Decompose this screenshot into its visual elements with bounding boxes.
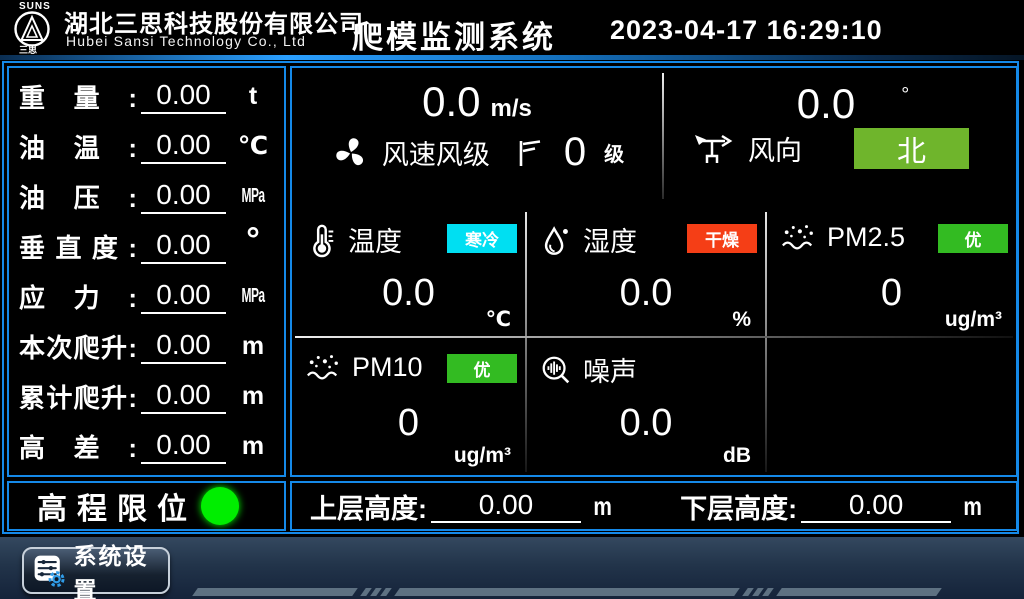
metric-unit: ℃: [232, 131, 274, 161]
metric-value: 0.00: [141, 78, 226, 114]
upper-height-label: 上层高度:: [310, 487, 427, 526]
metrics-panel: 重量: 0.00 t 油温: 0.00 ℃ 油压: 0.00 MPa 垂直度: …: [7, 66, 286, 477]
droplet-icon: [539, 222, 573, 258]
metric-value: 0.00: [141, 228, 226, 264]
company-logo: SUNS 三思: [6, 1, 64, 56]
metric-unit: t: [232, 82, 274, 111]
wind-direction-unit: °: [901, 84, 909, 107]
metric-row-current-climb: 本次爬升: 0.00 m: [19, 321, 274, 371]
sensor-badge: 优: [447, 354, 517, 383]
sensor-badge: 寒冷: [447, 224, 517, 253]
metric-row-oil-pressure: 油压: 0.00 MPa: [19, 171, 274, 221]
sensor-badge: 优: [938, 224, 1008, 253]
sensor-name: 温度: [348, 220, 402, 259]
elevation-limit-label: 高程限位: [37, 484, 197, 528]
upper-height-value: 0.00: [431, 489, 581, 523]
wind-direction-section: 0.0 ° 风向 北: [664, 68, 1016, 206]
metric-row-oil-temp: 油温: 0.00 ℃: [19, 121, 274, 171]
page-title: 爬模监测系统: [352, 12, 556, 57]
environment-panel: 0.0 m/s 风速风级 0 级: [290, 66, 1018, 477]
metric-row-stress: 应力: 0.00 MPa: [19, 271, 274, 321]
sensor-name: PM10: [352, 352, 423, 383]
metric-value: 0.00: [141, 428, 226, 464]
metric-unit: m: [232, 332, 274, 361]
wind-speed-value: 0.0: [422, 78, 480, 126]
wind-speed-unit: m/s: [491, 95, 532, 123]
sensor-cell-pm10: PM10 优 0 ug/m³: [292, 338, 525, 472]
particles-icon: [304, 350, 342, 384]
lower-height-value: 0.00: [801, 489, 951, 523]
sensor-cell-temperature: 温度 寒冷 0.0 ℃: [292, 208, 525, 336]
wind-direction-value: 0.0: [797, 80, 855, 128]
metric-label: 垂直度:: [19, 228, 137, 265]
settings-label: 系统设置: [74, 537, 160, 599]
thermometer-icon: [304, 222, 338, 258]
metric-label: 油压:: [19, 178, 137, 215]
company-name-en: Hubei Sansi Technology Co., Ltd: [66, 33, 306, 49]
wind-direction-label: 风向: [748, 129, 802, 168]
datetime-display: 2023-04-17 16:29:10: [610, 15, 883, 46]
metric-value: 0.00: [141, 278, 226, 314]
wind-vane-icon: [692, 130, 736, 168]
sensor-name: 噪声: [583, 350, 637, 389]
fan-icon: [330, 132, 372, 174]
metric-row-total-climb: 累计爬升: 0.00 m: [19, 371, 274, 421]
particles-icon: [779, 220, 817, 254]
elevation-limit-panel: 高程限位: [7, 481, 286, 531]
sensor-badge: 干燥: [687, 224, 757, 253]
metric-label: 本次爬升:: [19, 328, 137, 365]
sensor-name: 湿度: [583, 220, 637, 259]
sensor-unit: ℃: [486, 307, 511, 332]
lower-height-group: 下层高度: 0.00 m: [680, 487, 984, 526]
sensor-value: 0: [292, 402, 525, 445]
metric-value: 0.00: [141, 128, 226, 164]
layer-heights-panel: 上层高度: 0.00 m 下层高度: 0.00 m: [290, 481, 1018, 531]
sensor-unit: dB: [723, 444, 751, 468]
lower-height-label: 下层高度:: [680, 487, 797, 526]
metric-label: 重量:: [19, 78, 137, 115]
elevation-limit-status-light: [201, 487, 239, 525]
metric-value: 0.00: [141, 178, 226, 214]
metric-unit: m: [232, 432, 274, 461]
sensor-unit: ug/m³: [454, 444, 511, 468]
metric-value: 0.00: [141, 378, 226, 414]
metric-unit: m: [232, 382, 274, 411]
sensor-name: PM2.5: [827, 222, 905, 253]
footer-bar: 系统设置: [0, 537, 1024, 599]
sensor-cell-noise: 噪声 0.0 dB: [527, 338, 765, 472]
upper-height-unit: m: [593, 491, 612, 522]
wind-level-value: 0: [564, 130, 586, 175]
climbing-formwork-monitor-screen: SUNS 三思 湖北三思科技股份有限公司 Hubei Sansi Technol…: [0, 0, 1024, 599]
metric-label: 应力:: [19, 278, 137, 315]
settings-button[interactable]: 系统设置: [22, 547, 170, 594]
wind-speed-label: 风速风级: [382, 133, 490, 172]
sensor-unit: ug/m³: [945, 308, 1002, 332]
metric-label: 累计爬升:: [19, 378, 137, 415]
wind-direction-badge: 北: [854, 128, 969, 169]
metric-unit: MPa: [240, 185, 265, 208]
metric-label: 油温:: [19, 128, 137, 165]
metric-label: 高差:: [19, 428, 137, 465]
settings-icon: [33, 552, 66, 590]
wind-level-unit: 级: [604, 138, 624, 167]
metric-row-weight: 重量: 0.00 t: [19, 71, 274, 121]
wind-level-icon: [514, 136, 544, 170]
sensor-value: 0.0: [527, 272, 765, 315]
sensor-unit: %: [732, 308, 751, 332]
metric-row-height-diff: 高差: 0.00 m: [19, 421, 274, 471]
noise-icon: [539, 352, 573, 388]
metric-unit: MPa: [240, 285, 265, 308]
header-bar: SUNS 三思 湖北三思科技股份有限公司 Hubei Sansi Technol…: [0, 0, 1024, 56]
sensor-cell-pm25: PM2.5 优 0 ug/m³: [767, 208, 1016, 336]
upper-height-group: 上层高度: 0.00 m: [310, 487, 614, 526]
sensor-value: 0.0: [527, 402, 765, 445]
wind-speed-section: 0.0 m/s 风速风级 0 级: [292, 68, 662, 206]
header-divider: [0, 55, 1024, 60]
lower-height-unit: m: [963, 491, 982, 522]
metric-value: 0.00: [141, 328, 226, 364]
sensor-cell-humidity: 湿度 干燥 0.0 %: [527, 208, 765, 336]
metric-row-verticality: 垂直度: 0.00 °: [19, 221, 274, 271]
metric-unit: °: [232, 229, 274, 251]
